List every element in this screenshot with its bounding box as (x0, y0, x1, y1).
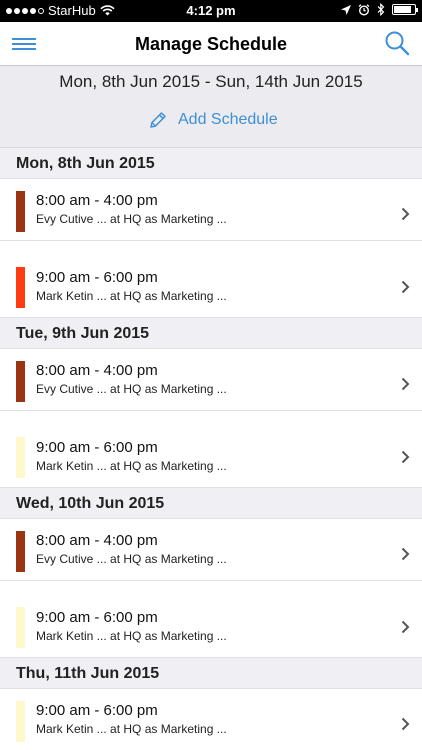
day-header: Tue, 9th Jun 2015 (0, 318, 422, 349)
chevron-right-icon (401, 207, 410, 221)
shift-description: Evy Cutive ... at HQ as Marketing ... (36, 552, 227, 566)
shift-time: 9:00 am - 6:00 pm (36, 702, 158, 719)
chevron-right-icon (401, 280, 410, 294)
add-schedule-label: Add Schedule (178, 111, 278, 128)
color-bar (16, 437, 25, 478)
shift-description: Mark Ketin ... at HQ as Marketing ... (36, 722, 227, 736)
alarm-icon (358, 3, 370, 16)
date-range-label: Mon, 8th Jun 2015 - Sun, 14th Jun 2015 (59, 72, 363, 91)
shift-time: 9:00 am - 6:00 pm (36, 269, 158, 286)
schedule-row[interactable]: 9:00 am - 6:00 pm Mark Ketin ... at HQ a… (0, 689, 422, 750)
shift-description: Mark Ketin ... at HQ as Marketing ... (36, 629, 227, 643)
schedule-row[interactable]: 8:00 am - 4:00 pm Evy Cutive ... at HQ a… (0, 519, 422, 581)
shift-description: Mark Ketin ... at HQ as Marketing ... (36, 459, 227, 473)
chevron-right-icon (401, 377, 410, 391)
shift-description: Evy Cutive ... at HQ as Marketing ... (36, 382, 227, 396)
shift-time: 8:00 am - 4:00 pm (36, 362, 158, 379)
schedule-row[interactable]: 8:00 am - 4:00 pm Evy Cutive ... at HQ a… (0, 179, 422, 241)
hamburger-menu-icon[interactable] (12, 34, 36, 54)
shift-description: Evy Cutive ... at HQ as Marketing ... (36, 212, 227, 226)
shift-time: 9:00 am - 6:00 pm (36, 609, 158, 626)
nav-bar: Manage Schedule (0, 22, 422, 66)
schedule-row[interactable]: 8:00 am - 4:00 pm Evy Cutive ... at HQ a… (0, 349, 422, 411)
shift-time: 8:00 am - 4:00 pm (36, 532, 158, 549)
chevron-right-icon (401, 547, 410, 561)
bluetooth-icon (377, 3, 385, 16)
schedule-row[interactable]: 9:00 am - 6:00 pm Mark Ketin ... at HQ a… (0, 411, 422, 488)
color-bar (16, 361, 25, 402)
color-bar (16, 267, 25, 308)
color-bar (16, 191, 25, 232)
schedule-row[interactable]: 9:00 am - 6:00 pm Mark Ketin ... at HQ a… (0, 581, 422, 658)
schedule-row[interactable]: 9:00 am - 6:00 pm Mark Ketin ... at HQ a… (0, 241, 422, 318)
chevron-right-icon (401, 620, 410, 634)
schedule-list: Mon, 8th Jun 2015 8:00 am - 4:00 pm Evy … (0, 148, 422, 750)
search-icon[interactable] (384, 30, 410, 56)
status-bar: StarHub 4:12 pm (0, 0, 422, 22)
shift-time: 8:00 am - 4:00 pm (36, 192, 158, 209)
chevron-right-icon (401, 717, 410, 731)
shift-description: Mark Ketin ... at HQ as Marketing ... (36, 289, 227, 303)
color-bar (16, 607, 25, 648)
color-bar (16, 531, 25, 572)
day-header: Mon, 8th Jun 2015 (0, 148, 422, 179)
day-header: Thu, 11th Jun 2015 (0, 658, 422, 689)
pencil-icon (150, 112, 166, 128)
location-icon (341, 4, 351, 15)
date-range-section: Mon, 8th Jun 2015 - Sun, 14th Jun 2015 A… (0, 66, 422, 148)
add-schedule-button[interactable]: Add Schedule (148, 110, 278, 130)
color-bar (16, 701, 25, 742)
shift-time: 9:00 am - 6:00 pm (36, 439, 158, 456)
chevron-right-icon (401, 450, 410, 464)
page-title: Manage Schedule (134, 34, 288, 54)
day-header: Wed, 10th Jun 2015 (0, 488, 422, 519)
battery-icon (392, 4, 418, 15)
